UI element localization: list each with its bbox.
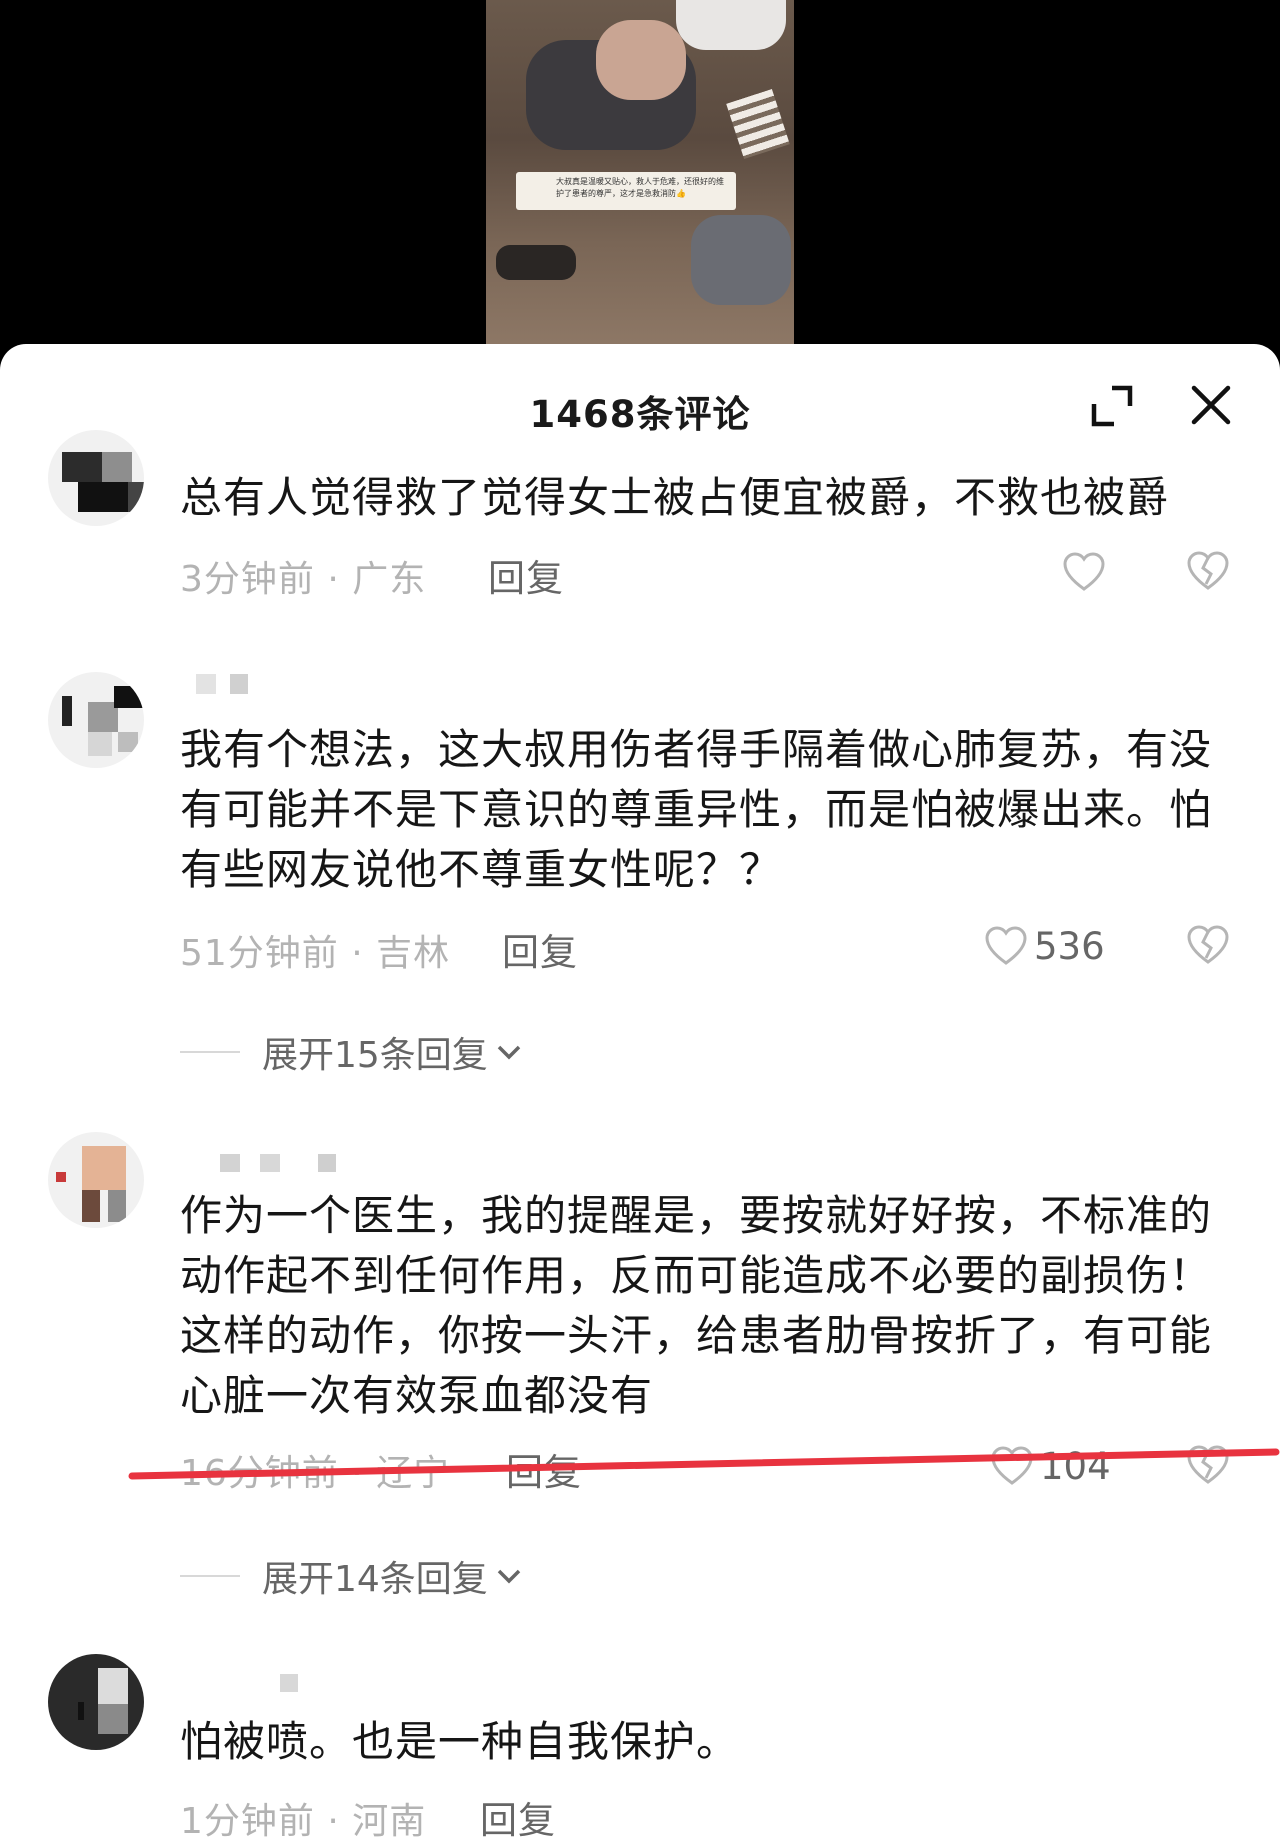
- comment-text: 怕被喷。也是一种自我保护。: [180, 1717, 740, 1766]
- broken-heart-icon[interactable]: [1186, 1444, 1230, 1488]
- like-button[interactable]: 104: [990, 1442, 1111, 1490]
- chevron-down-icon: [497, 1045, 521, 1060]
- comment-text: 我有个想法，这大叔用伤者得手隔着做心肺复苏，有没有可能并不是下意识的尊重异性，而…: [180, 725, 1213, 894]
- heart-icon: [985, 926, 1027, 965]
- username[interactable]: [180, 1154, 360, 1184]
- expand-replies-button[interactable]: 展开15条回复: [180, 1030, 524, 1076]
- comment-meta: 16分钟前 · 辽宁: [180, 1453, 451, 1494]
- expand-icon[interactable]: [1090, 384, 1134, 428]
- expand-replies-label: 展开15条回复: [262, 1035, 488, 1076]
- reply-button[interactable]: 回复: [480, 1790, 556, 1844]
- video-object-shoe: [496, 245, 576, 280]
- like-count: 536: [1034, 924, 1105, 968]
- video-caption: 大叔真是温暖又贴心，救人于危难，还很好的维护了患者的尊严，这才是急救消防👍: [516, 172, 736, 210]
- comment-sheet: 1468条评论 总有人觉得救了觉得女士被占便宜被爵，不救也被爵 3分钟前 · 广…: [0, 344, 1280, 1844]
- video-player[interactable]: 大叔真是温暖又贴心，救人于危难，还很好的维护了患者的尊严，这才是急救消防👍: [0, 0, 1280, 360]
- video-object-striped: [726, 89, 790, 159]
- comment-meta: 51分钟前 · 吉林: [180, 933, 451, 974]
- reply-button[interactable]: 回复: [506, 1442, 582, 1496]
- broken-heart-icon[interactable]: [1186, 924, 1230, 968]
- video-figure-head: [596, 20, 686, 100]
- close-icon[interactable]: [1186, 380, 1236, 430]
- avatar[interactable]: [48, 1132, 144, 1228]
- chevron-down-icon: [497, 1569, 521, 1584]
- expand-replies-label: 展开14条回复: [262, 1559, 488, 1600]
- like-button[interactable]: 536: [984, 922, 1105, 970]
- username[interactable]: [180, 674, 360, 704]
- video-object-cloth: [691, 215, 791, 305]
- comment-text: 总有人觉得救了觉得女士被占便宜被爵，不救也被爵: [180, 473, 1170, 522]
- comment-text: 作为一个医生，我的提醒是，要按就好好按，不标准的动作起不到任何作用，反而可能造成…: [180, 1191, 1213, 1420]
- like-count: 104: [1040, 1444, 1111, 1488]
- avatar[interactable]: [48, 430, 144, 526]
- comment-meta: 1分钟前 · 河南: [180, 1801, 427, 1842]
- reply-button[interactable]: 回复: [488, 548, 564, 602]
- avatar[interactable]: [48, 672, 144, 768]
- divider-line: [180, 1575, 240, 1577]
- divider-line: [180, 1051, 240, 1053]
- heart-icon: [991, 1446, 1033, 1485]
- video-object: [676, 0, 786, 50]
- heart-icon: [1063, 552, 1105, 591]
- avatar[interactable]: [48, 1654, 144, 1750]
- username[interactable]: [180, 1674, 360, 1704]
- reply-button[interactable]: 回复: [502, 922, 578, 976]
- like-button[interactable]: [1062, 548, 1106, 596]
- comment-meta: 3分钟前 · 广东: [180, 559, 427, 600]
- video-thumbnail: 大叔真是温暖又贴心，救人于危难，还很好的维护了患者的尊严，这才是急救消防👍: [486, 0, 794, 348]
- broken-heart-icon[interactable]: [1186, 550, 1230, 594]
- expand-replies-button[interactable]: 展开14条回复: [180, 1554, 524, 1600]
- comment-count-title: 1468条评论: [529, 393, 751, 436]
